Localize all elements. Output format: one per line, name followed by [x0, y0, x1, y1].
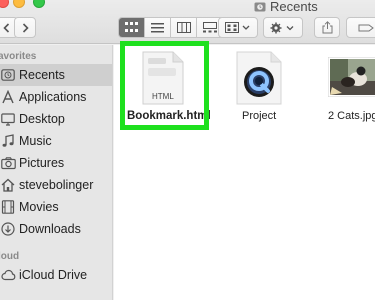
sidebar-item-label: Pictures — [19, 156, 65, 170]
sidebar-item-music[interactable]: Music — [0, 130, 112, 152]
home-icon — [0, 177, 16, 193]
cloud-icon — [0, 267, 16, 283]
forward-button[interactable] — [14, 17, 36, 38]
sidebar-item-label: Recents — [19, 68, 65, 82]
share-button[interactable] — [314, 17, 340, 38]
recents-title-icon — [254, 2, 266, 12]
desktop-icon — [0, 111, 16, 127]
sidebar-item-pictures[interactable]: Pictures — [0, 152, 112, 174]
file-name-label: Project — [242, 110, 277, 122]
chevron-right-icon — [22, 22, 29, 33]
sidebar-item-desktop[interactable]: Desktop — [0, 108, 112, 130]
clock-icon — [0, 67, 16, 83]
sidebar-item-label: Applications — [19, 90, 87, 104]
zoom-window-button[interactable] — [33, 0, 45, 8]
action-menu-button[interactable] — [263, 17, 303, 38]
columns-icon — [176, 22, 191, 33]
sidebar-item-label: Desktop — [19, 112, 65, 126]
group-by-button[interactable] — [218, 17, 258, 38]
sidebar-item-icloud-drive[interactable]: iCloud Drive — [0, 264, 112, 286]
group-grid-icon — [225, 22, 250, 33]
close-window-button[interactable] — [0, 0, 9, 8]
gear-icon — [270, 22, 294, 33]
list-icon — [151, 22, 164, 32]
view-mode-control[interactable] — [118, 17, 224, 38]
icon-view-button[interactable] — [119, 18, 145, 37]
favorites-section-header: avorites — [0, 51, 37, 62]
music-note-icon — [0, 133, 16, 149]
sidebar-item-movies[interactable]: Movies — [0, 196, 112, 218]
camera-icon — [0, 155, 16, 171]
file-name-label: 2 Cats.jpg — [328, 110, 375, 122]
sidebar-item-recents[interactable]: Recents — [0, 64, 112, 86]
share-icon — [322, 21, 332, 34]
sidebar-item-home[interactable]: stevebolinger — [0, 174, 112, 196]
gallery-icon — [202, 22, 217, 33]
image-thumbnail-icon — [328, 57, 375, 97]
download-icon — [0, 221, 16, 237]
quicktime-icon — [236, 51, 282, 105]
sidebar: avorites Recents Applications Desktop Mu… — [0, 45, 113, 300]
sidebar-item-label: Downloads — [19, 222, 81, 236]
sidebar-item-downloads[interactable]: Downloads — [0, 218, 112, 240]
tags-button[interactable] — [346, 17, 375, 38]
toolbar: Recents — [0, 0, 375, 44]
sidebar-item-applications[interactable]: Applications — [0, 86, 112, 108]
sidebar-item-label: Music — [19, 134, 52, 148]
sidebar-item-label: Movies — [19, 200, 59, 214]
column-view-button[interactable] — [171, 18, 197, 37]
window-title: Recents — [270, 0, 318, 14]
sidebar-item-label: iCloud Drive — [19, 268, 88, 282]
film-icon — [0, 199, 16, 215]
icloud-section-header: loud — [0, 251, 20, 262]
chevron-left-icon — [3, 22, 10, 33]
selection-highlight — [120, 41, 209, 130]
minimize-window-button[interactable] — [13, 0, 25, 8]
tag-icon — [358, 24, 374, 31]
sidebar-item-label: stevebolinger — [19, 178, 94, 192]
applications-icon — [0, 89, 16, 105]
list-view-button[interactable] — [145, 18, 171, 37]
icon-grid-icon — [125, 22, 138, 32]
